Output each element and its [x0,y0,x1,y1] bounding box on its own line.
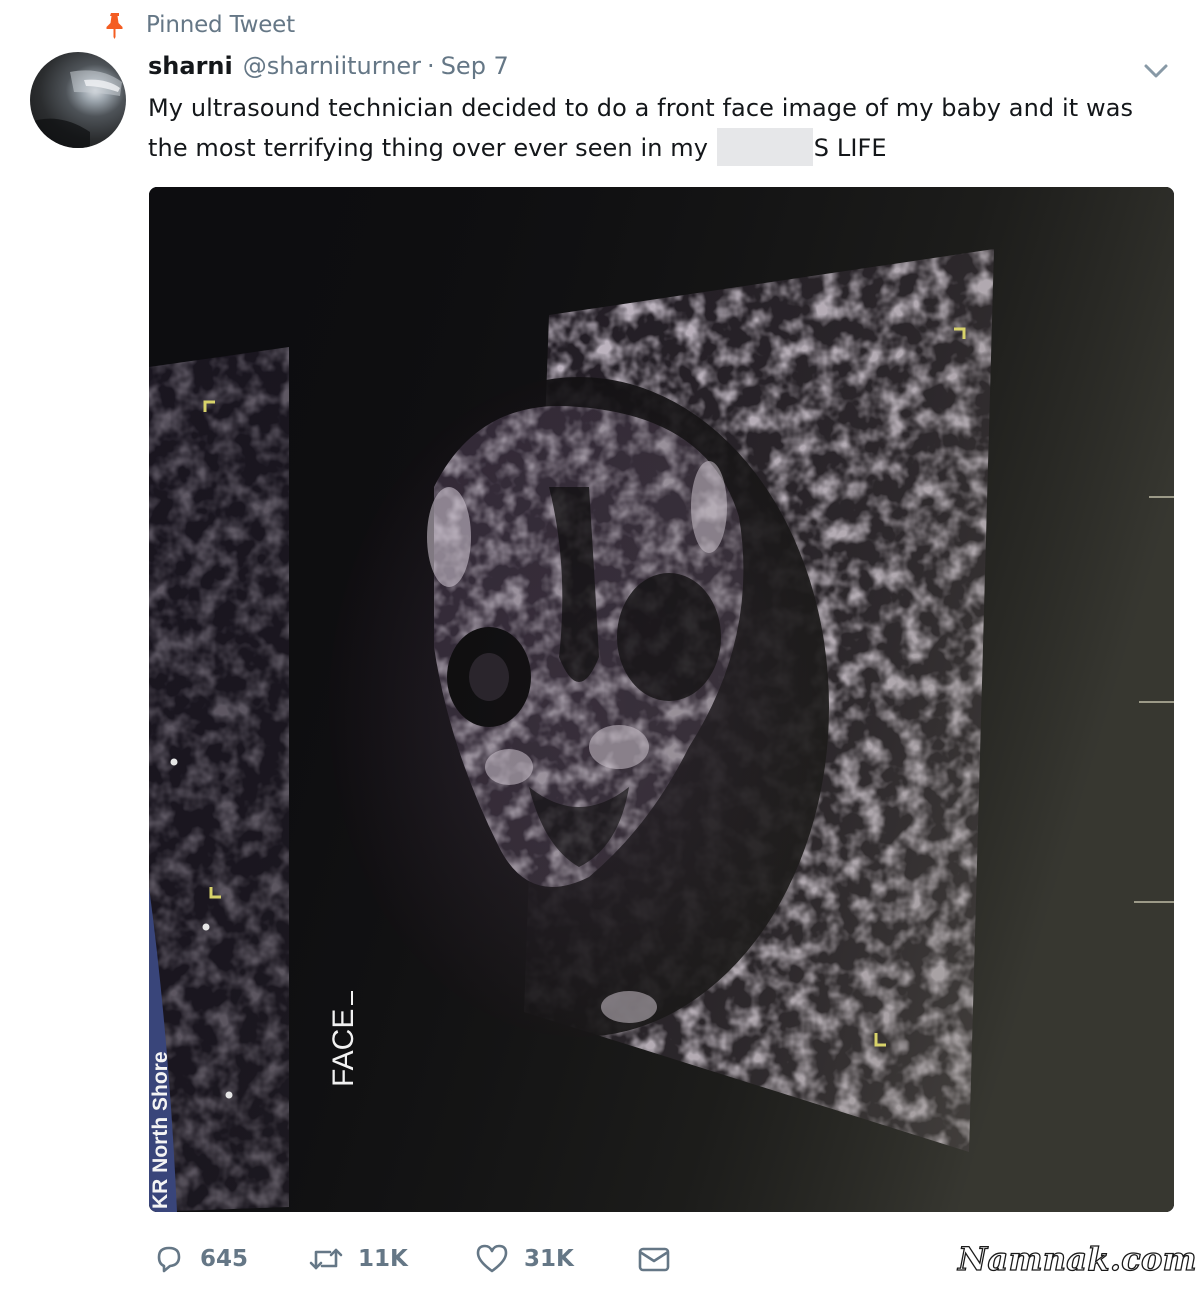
tweet-date[interactable]: Sep 7 [441,52,509,80]
reply-count: 645 [200,1246,249,1272]
tweet-header: sharni @sharniiturner · Sep 7 [148,52,509,86]
like-count: 31K [524,1246,574,1272]
avatar[interactable] [30,52,126,148]
tweet-text: My ultrasound technician decided to do a… [148,88,1138,168]
tweet-actions: 645 11K 31K [148,1236,708,1282]
envelope-icon [636,1242,672,1276]
user-handle[interactable]: @sharniiturner [243,52,421,80]
retweet-icon [308,1242,344,1276]
chevron-down-icon[interactable] [1142,60,1170,82]
pinned-tweet-label: Pinned Tweet [146,12,295,38]
like-button[interactable]: 31K [474,1236,574,1282]
reply-icon [152,1242,186,1276]
retweet-button[interactable]: 11K [308,1236,408,1282]
watermark: Namnak.com [957,1239,1197,1278]
direct-message-button[interactable] [636,1236,672,1282]
heart-icon [474,1242,510,1276]
reply-button[interactable]: 645 [152,1236,248,1282]
tweet-media-image[interactable]: FACE KR North Shore [149,187,1174,1212]
retweet-count: 11K [358,1246,408,1272]
ultrasound-face-label: FACE [327,990,387,1087]
display-name[interactable]: sharni [148,52,233,80]
pinned-tweet-indicator: Pinned Tweet [102,8,295,42]
tweet-text-body: My ultrasound technician decided to do a… [148,94,1134,162]
pin-icon [102,10,128,40]
separator-dot: · [427,52,435,80]
ultrasound-clinic-label: KR North Shore [149,1051,172,1210]
redacted-word [716,128,813,166]
tweet-text-tail: S LIFE [813,134,887,162]
